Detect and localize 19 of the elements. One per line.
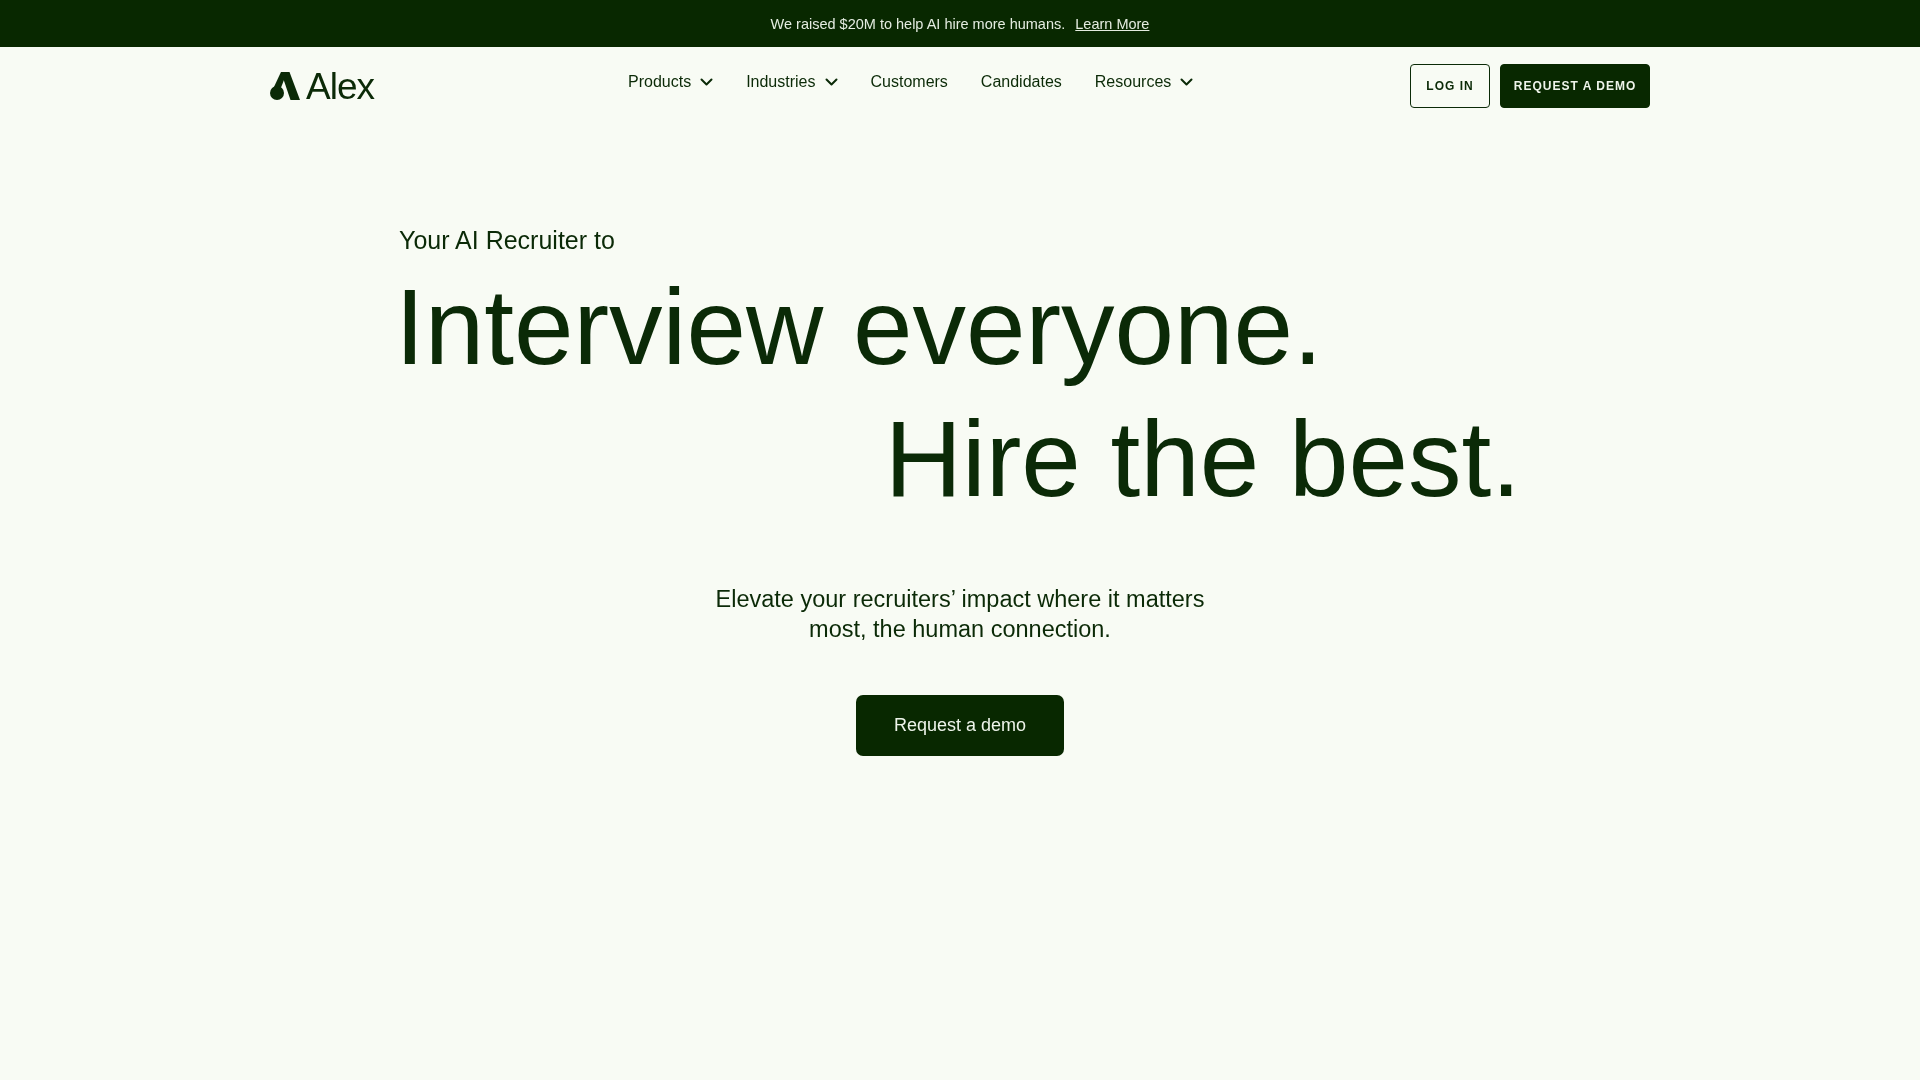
nav-link[interactable]: Resources — [1094, 73, 1194, 91]
request-demo-button[interactable]: Request a demo — [856, 695, 1064, 756]
announcement-text: We raised $20M to help AI hire more humans. — [770, 15, 1066, 32]
headline: Hire the best. — [884, 398, 1521, 521]
login-button[interactable]: LOG IN — [1410, 64, 1490, 108]
headline: Interview everyone. — [395, 266, 1323, 389]
nav-link[interactable]: Customers — [870, 73, 948, 91]
home-logo-link[interactable]: Alex — [270, 67, 374, 105]
learn-more-link[interactable]: Learn More — [1075, 15, 1150, 32]
nav-link[interactable]: Candidates — [980, 73, 1062, 91]
hero-subtitle: Elevate your recruiters’ impact where it matters most, the human connection. — [714, 585, 1206, 644]
nav-link[interactable]: Products — [628, 73, 714, 91]
hero-eyebrow: Your AI Recruiter to — [399, 225, 615, 255]
logo-icon — [270, 72, 300, 100]
chevron-down-icon — [824, 78, 838, 86]
chevron-down-icon — [700, 78, 714, 86]
nav-link[interactable]: Industries — [746, 73, 838, 91]
chevron-down-icon — [1180, 78, 1194, 86]
request-demo-button[interactable]: REQUEST A DEMO — [1500, 64, 1650, 108]
